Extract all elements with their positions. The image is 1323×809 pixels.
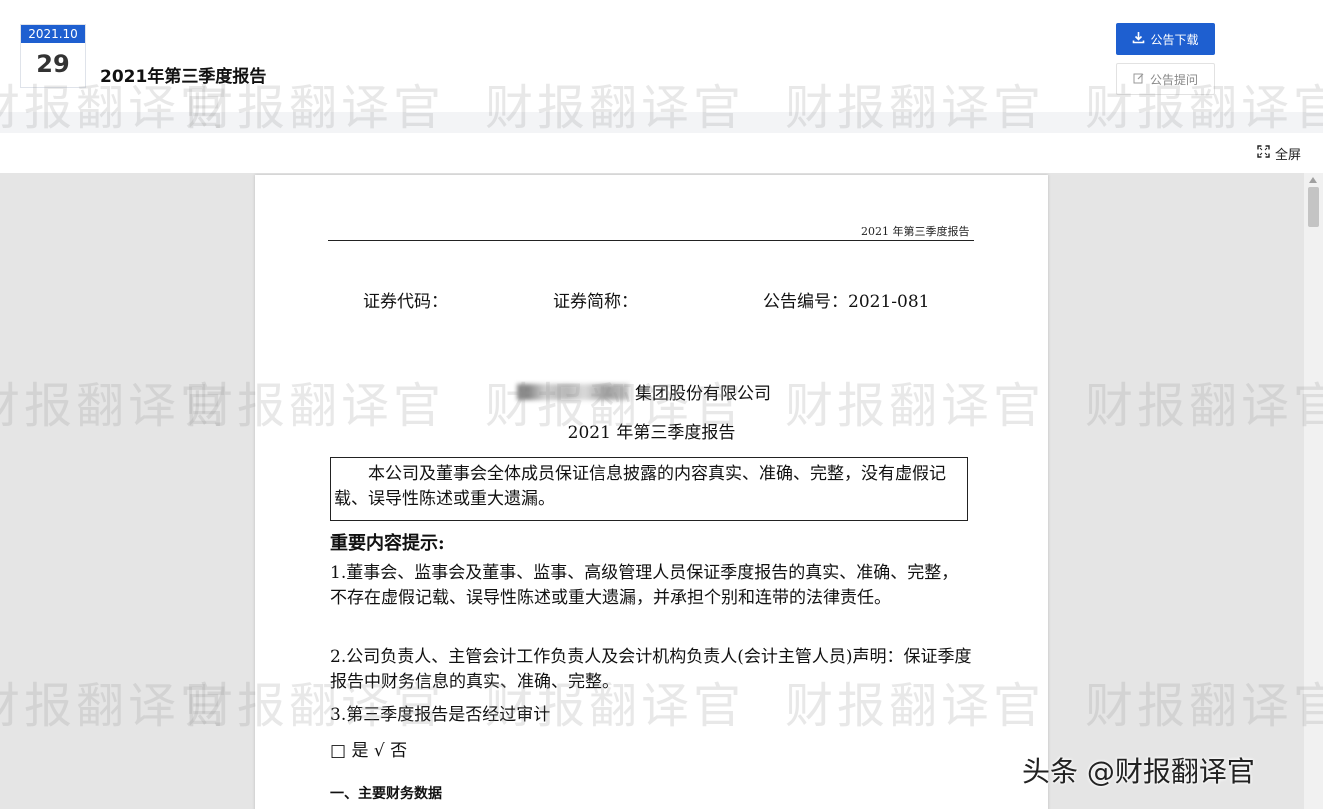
- disclosure-notice: 本公司及董事会全体成员保证信息披露的内容真实、准确、完整，没有虚假记载、误导性陈…: [330, 457, 968, 521]
- ask-question-button[interactable]: 公告提问: [1116, 63, 1215, 95]
- audit-answer: □ 是 √ 否: [330, 741, 408, 761]
- stock-code-label: 证券代码：: [363, 292, 448, 312]
- edit-icon: [1133, 72, 1145, 87]
- ask-question-label: 公告提问: [1149, 72, 1198, 87]
- pdf-page: 2021 年第三季度报告 证券代码： 证券简称： 公告编号：2021-081 集…: [255, 175, 1048, 809]
- section-main-financial-data: 一、主要财务数据: [330, 786, 442, 802]
- redacted-company-prefix: [517, 384, 629, 400]
- date-month: 2021.10: [21, 25, 85, 43]
- announcement-number: 公告编号：2021-081: [763, 292, 930, 312]
- scrollbar[interactable]: [1304, 173, 1323, 809]
- stock-name-label: 证券简称：: [553, 292, 638, 312]
- header-divider-strip: [0, 112, 1323, 133]
- scroll-up-arrow[interactable]: [1309, 177, 1317, 183]
- viewer-toolbar: 全屏: [0, 133, 1323, 173]
- running-header: 2021 年第三季度报告: [861, 225, 970, 238]
- fullscreen-button[interactable]: 全屏: [1257, 144, 1301, 163]
- announcement-header: 2021.10 29 2021年第三季度报告 公告下载 公告提问: [0, 0, 1323, 133]
- important-heading: 重要内容提示:: [330, 533, 445, 554]
- date-badge: 2021.10 29: [20, 24, 86, 88]
- pdf-viewer[interactable]: 2021 年第三季度报告 证券代码： 证券简称： 公告编号：2021-081 集…: [0, 173, 1323, 809]
- date-day: 29: [36, 50, 70, 78]
- header-rule: [328, 240, 974, 241]
- download-button[interactable]: 公告下载: [1116, 23, 1215, 55]
- fullscreen-icon: [1257, 145, 1270, 162]
- announcement-title: 2021年第三季度报告: [100, 67, 267, 87]
- source-credit: 头条 @财报翻译官: [1022, 755, 1255, 788]
- important-item-3: 3.第三季度报告是否经过审计: [330, 705, 551, 725]
- company-name: 集团股份有限公司: [635, 384, 771, 404]
- important-item-1: 1.董事会、监事会及董事、监事、高级管理人员保证季度报告的真实、准确、完整，不存…: [330, 563, 959, 608]
- report-title: 2021 年第三季度报告: [567, 423, 736, 443]
- scroll-thumb[interactable]: [1308, 187, 1319, 227]
- download-icon: [1132, 31, 1145, 47]
- important-item-2: 2.公司负责人、主管会计工作负责人及会计机构负责人(会计主管人员)声明：保证季度…: [330, 647, 972, 692]
- download-label: 公告下载: [1150, 32, 1199, 47]
- fullscreen-label: 全屏: [1274, 148, 1301, 163]
